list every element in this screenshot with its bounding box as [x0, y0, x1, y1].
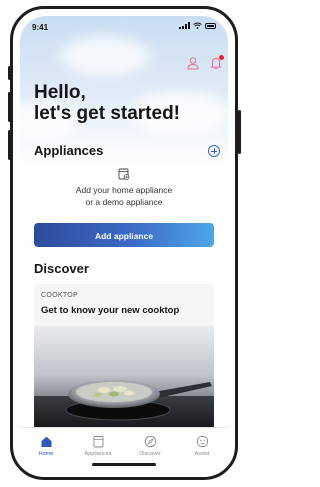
phone-side-button — [8, 92, 11, 122]
greeting-line-2: let's get started! — [34, 103, 180, 124]
appliances-empty-line-2: or a demo appliance — [85, 197, 163, 207]
plus-circle-icon[interactable] — [208, 145, 220, 157]
appliances-empty-text: Add your home appliance or a demo applia… — [20, 184, 228, 208]
add-appliance-button[interactable]: Add appliance — [34, 223, 214, 247]
signal-icon — [179, 22, 190, 29]
discover-card[interactable]: COOKTOP Get to know your new cooktop — [34, 284, 214, 434]
greeting-heading: Hello, let's get started! — [34, 82, 180, 124]
status-icons — [179, 22, 216, 29]
phone-side-button — [238, 110, 241, 154]
cloud — [60, 36, 150, 76]
tab-assist[interactable]: Assist — [176, 428, 228, 470]
battery-icon — [205, 22, 216, 29]
smiley-icon — [196, 436, 208, 447]
home-indicator — [92, 463, 156, 466]
card-kicker: COOKTOP — [41, 292, 78, 299]
wifi-icon — [193, 22, 202, 29]
tab-bar: Home Appliances Discover Assist — [20, 427, 228, 470]
appliances-empty-line-1: Add your home appliance — [75, 185, 173, 195]
tab-label: Appliances — [84, 451, 112, 457]
notification-dot — [219, 55, 224, 60]
card-title: Get to know your new cooktop — [41, 305, 180, 316]
tab-label: Home — [38, 451, 54, 457]
phone-side-button — [8, 66, 11, 80]
bell-icon[interactable] — [209, 55, 224, 70]
person-icon[interactable] — [186, 56, 200, 70]
home-icon — [41, 436, 51, 447]
greeting-line-1: Hello, — [34, 82, 86, 103]
phone-side-button — [8, 130, 11, 160]
status-time: 9:41 — [32, 23, 49, 32]
discover-title: Discover — [34, 261, 89, 276]
pan-on-cooktop-photo — [34, 326, 214, 434]
tab-home[interactable]: Home — [20, 428, 72, 470]
app-screen: 9:41 Hello, let's get started! Appliance… — [20, 16, 228, 470]
tab-label: Discover — [139, 451, 161, 457]
tab-label: Assist — [194, 451, 210, 457]
appliance-plus-icon — [118, 168, 130, 180]
appliances-title: Appliances — [34, 143, 104, 158]
appliances-icon — [93, 436, 103, 448]
compass-icon — [144, 435, 156, 448]
